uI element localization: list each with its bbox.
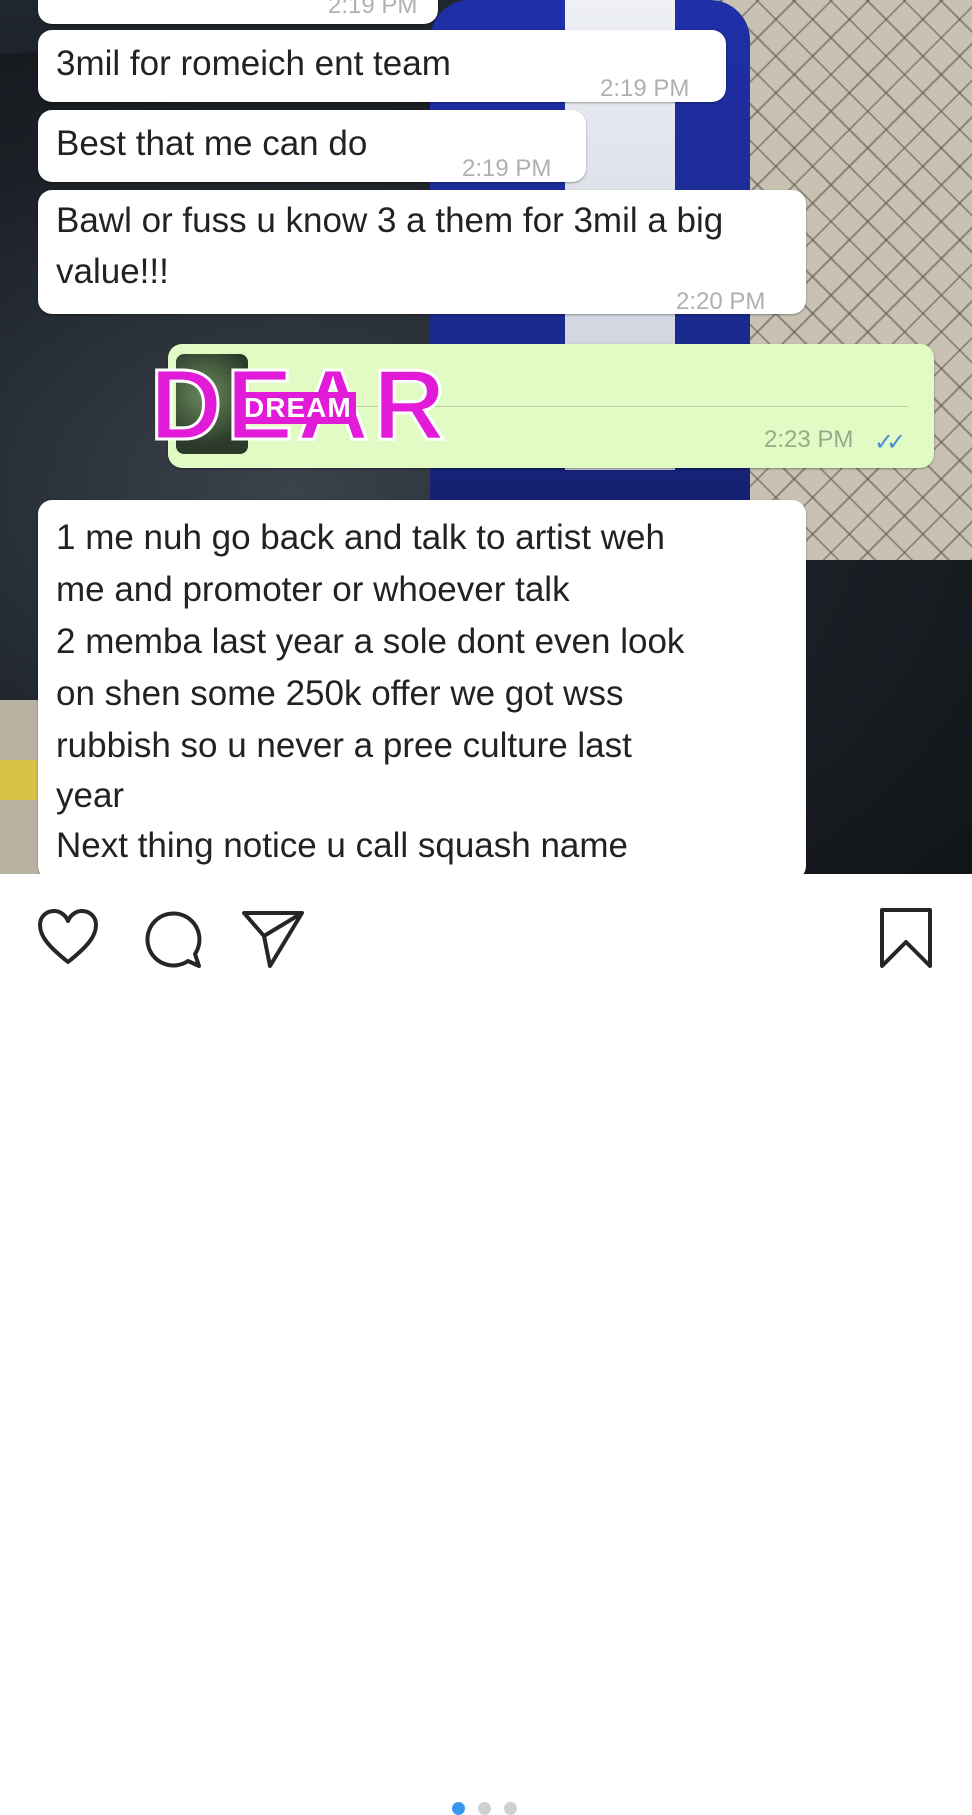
carousel-dot-active	[452, 1802, 465, 1815]
message-text: Best that me can do	[56, 124, 368, 163]
message-line: on shen some 250k offer we got wss	[56, 674, 624, 713]
message-line: 1 me nuh go back and talk to artist weh	[56, 518, 665, 557]
comment-icon[interactable]	[142, 908, 204, 975]
message-text: 3mil for romeich ent team	[56, 44, 451, 83]
message-time: 2:19 PM	[462, 155, 552, 182]
send-icon[interactable]	[240, 908, 306, 975]
chat-bubble-incoming-long: 1 me nuh go back and talk to artist weh …	[38, 500, 806, 874]
message-time: 2:19 PM	[600, 75, 690, 102]
chat-bubble-incoming: 3mil for romeich ent team 2:19 PM	[38, 30, 726, 102]
message-line: 2 memba last year a sole dont even look	[56, 622, 685, 661]
sticker-overlay-text: DREAM	[240, 392, 356, 424]
post-image[interactable]: 2:19 PM 3mil for romeich ent team 2:19 P…	[0, 0, 972, 874]
message-line: Next thing notice u call squash name	[56, 826, 628, 865]
message-time: 2:20 PM	[676, 288, 766, 315]
message-line: me and promoter or whoever talk	[56, 570, 570, 609]
carousel-dot	[504, 1802, 517, 1815]
double-check-icon: ✓✓	[874, 429, 906, 456]
message-line: rubbish so u never a pree culture last	[56, 726, 632, 765]
post-action-bar	[0, 874, 972, 1815]
message-time: 2:19 PM	[328, 0, 418, 19]
bookmark-icon[interactable]	[878, 906, 934, 975]
chat-bubble-incoming: Best that me can do 2:19 PM	[38, 110, 586, 182]
background-curb-marking	[0, 760, 40, 800]
message-line: year	[56, 776, 125, 815]
message-time: 2:23 PM	[764, 426, 854, 453]
heart-icon[interactable]	[36, 908, 100, 971]
chat-bubble-partial: 2:19 PM	[38, 0, 438, 24]
carousel-dot	[478, 1802, 491, 1815]
chat-bubble-incoming: Bawl or fuss u know 3 a them for 3mil a …	[38, 190, 806, 315]
